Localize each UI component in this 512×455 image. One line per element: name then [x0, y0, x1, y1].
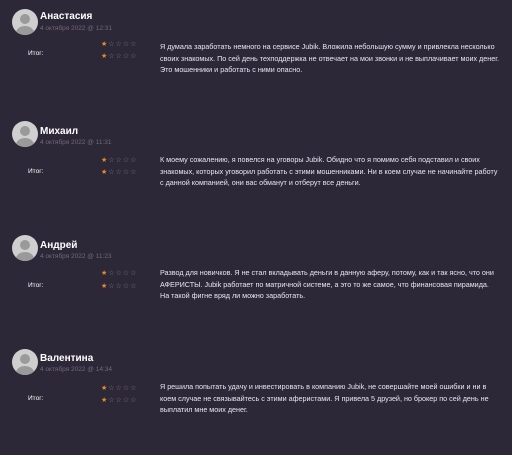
review-text: Я решила попытать удачу и инвестировать … — [160, 382, 489, 414]
star-rating: ★☆☆☆☆ — [101, 169, 138, 176]
star-rating: ★☆☆☆☆ — [101, 397, 138, 404]
review-item: Андрей 4 октября 2022 @ 11:23 ★☆☆☆☆ Итог… — [0, 226, 512, 341]
star-rating: ★☆☆☆☆ — [101, 385, 138, 392]
star-rating: ★☆☆☆☆ — [101, 283, 138, 290]
star-rating: ★☆☆☆☆ — [101, 41, 138, 48]
rating-label: Итог: — [28, 168, 44, 175]
review-date: 4 октября 2022 @ 11:31 — [40, 139, 112, 146]
avatar — [12, 9, 38, 35]
avatar — [12, 349, 38, 375]
star-rating: ★☆☆☆☆ — [101, 270, 138, 277]
review-date: 4 октября 2022 @ 11:23 — [40, 253, 112, 260]
rating-label: Итог: — [28, 50, 44, 57]
star-rating: ★☆☆☆☆ — [101, 157, 138, 164]
review-date: 4 октября 2022 @ 12:31 — [40, 25, 112, 32]
reviewer-name: Анастасия — [40, 11, 93, 22]
review-item: Михаил 4 октября 2022 @ 11:31 ★☆☆☆☆ Итог… — [0, 112, 512, 227]
review-text: К моему сожалению, я повелся на уговоры … — [160, 155, 498, 187]
avatar — [12, 235, 38, 261]
review-text: Развод для новичков. Я не стал вкладыват… — [160, 268, 494, 300]
rating-label: Итог: — [28, 395, 44, 402]
avatar — [12, 121, 38, 147]
review-text: Я думала заработать немного на сервисе J… — [160, 42, 499, 74]
review-date: 4 октября 2022 @ 14:34 — [40, 366, 112, 373]
review-item: Анастасия 4 октября 2022 @ 12:31 ★☆☆☆☆ И… — [0, 0, 512, 115]
review-item: Валентина 4 октября 2022 @ 14:34 ★☆☆☆☆ И… — [0, 340, 512, 455]
reviewer-name: Михаил — [40, 126, 79, 137]
reviewer-name: Валентина — [40, 353, 94, 364]
rating-label: Итог: — [28, 282, 44, 289]
star-rating: ★☆☆☆☆ — [101, 53, 138, 60]
reviewer-name: Андрей — [40, 240, 78, 251]
